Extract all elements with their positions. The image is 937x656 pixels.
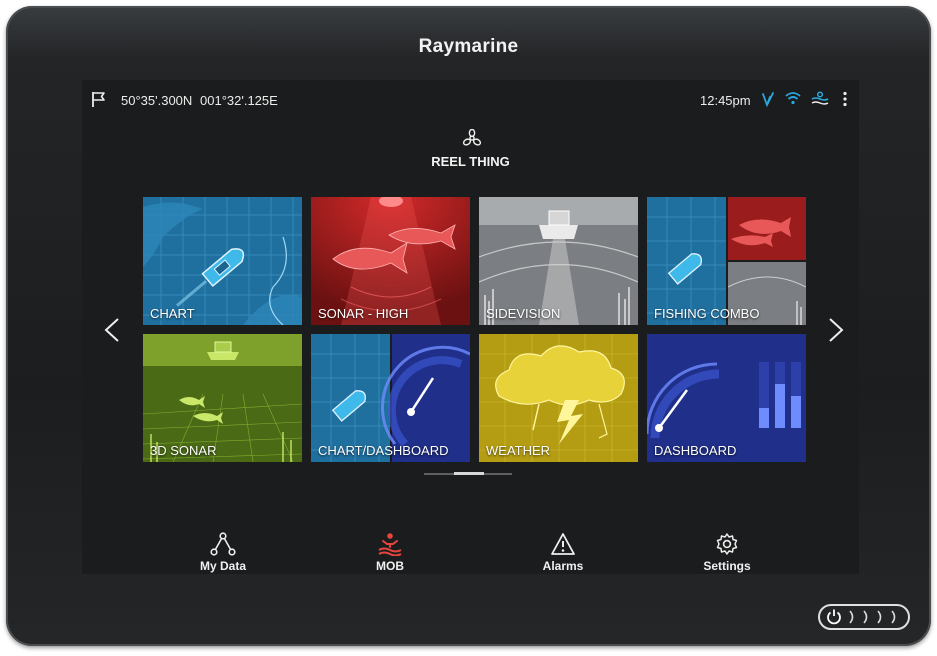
nav-my-data[interactable]: My Data (178, 532, 268, 573)
fish-tail-icon[interactable] (761, 91, 775, 107)
nav-label: Alarms (542, 559, 584, 573)
brand-logo: Raymarine (418, 36, 519, 57)
power-icon (827, 609, 841, 625)
app-tile-label: CHART/DASHBOARD (318, 443, 449, 458)
vessel-name: REEL THING (431, 154, 510, 169)
nav-label: My Data (199, 559, 246, 573)
network-icon (210, 532, 236, 556)
app-tile-sidevision[interactable]: SIDEVISION (479, 197, 638, 325)
app-tile-label: WEATHER (486, 443, 551, 458)
nav-label: MOB (376, 559, 404, 573)
app-tile-3d-sonar[interactable]: 3D SONAR (143, 334, 302, 462)
more-vertical-icon[interactable] (842, 91, 848, 107)
gear-icon (716, 533, 738, 555)
app-tile-label: DASHBOARD (654, 443, 737, 458)
app-tile-sonar-high[interactable]: SONAR - HIGH (311, 197, 470, 325)
app-tile-label: 3D SONAR (150, 443, 217, 458)
clock: 12:45pm (700, 93, 751, 108)
propeller-icon (462, 129, 482, 146)
app-tile-label: CHART (150, 306, 195, 321)
flag-icon[interactable] (91, 91, 107, 108)
longitude: 001°32'.125E (200, 93, 278, 108)
app-tile-dashboard[interactable]: DASHBOARD (647, 334, 806, 462)
nav-alarms[interactable]: Alarms (518, 532, 608, 573)
nav-mob[interactable]: MOB (345, 532, 435, 573)
app-tile-label: SONAR - HIGH (318, 306, 409, 321)
chevron-right-icon[interactable] (826, 317, 846, 343)
page-indicator-active (454, 472, 484, 475)
rotary-indicator-icon (849, 610, 896, 624)
tide-icon[interactable] (811, 91, 829, 105)
nav-label: Settings (703, 559, 751, 573)
app-tile-weather[interactable]: WEATHER (479, 334, 638, 462)
screen: 50°35'.300N 001°32'.125E 12:45pm REEL TH… (82, 80, 859, 574)
app-tile-label: SIDEVISION (486, 306, 561, 321)
nav-settings[interactable]: Settings (682, 532, 772, 573)
man-overboard-icon (378, 533, 402, 556)
app-tile-label: FISHING COMBO (654, 306, 760, 321)
status-bar: 50°35'.300N 001°32'.125E 12:45pm (82, 80, 859, 118)
app-tile-fishing-combo[interactable]: FISHING COMBO (647, 197, 806, 325)
chevron-left-icon[interactable] (102, 317, 122, 343)
power-button[interactable] (818, 604, 910, 630)
warning-icon (551, 533, 575, 555)
latitude: 50°35'.300N (121, 93, 193, 108)
page-indicator[interactable] (424, 472, 512, 475)
app-tile-chart[interactable]: CHART (143, 197, 302, 325)
app-tile-chart-dashboard[interactable]: CHART/DASHBOARD (311, 334, 470, 462)
wifi-icon[interactable] (785, 91, 801, 105)
display-unit: Raymarine 50°35'.300N 001°32'.125E 12:45… (6, 6, 931, 646)
